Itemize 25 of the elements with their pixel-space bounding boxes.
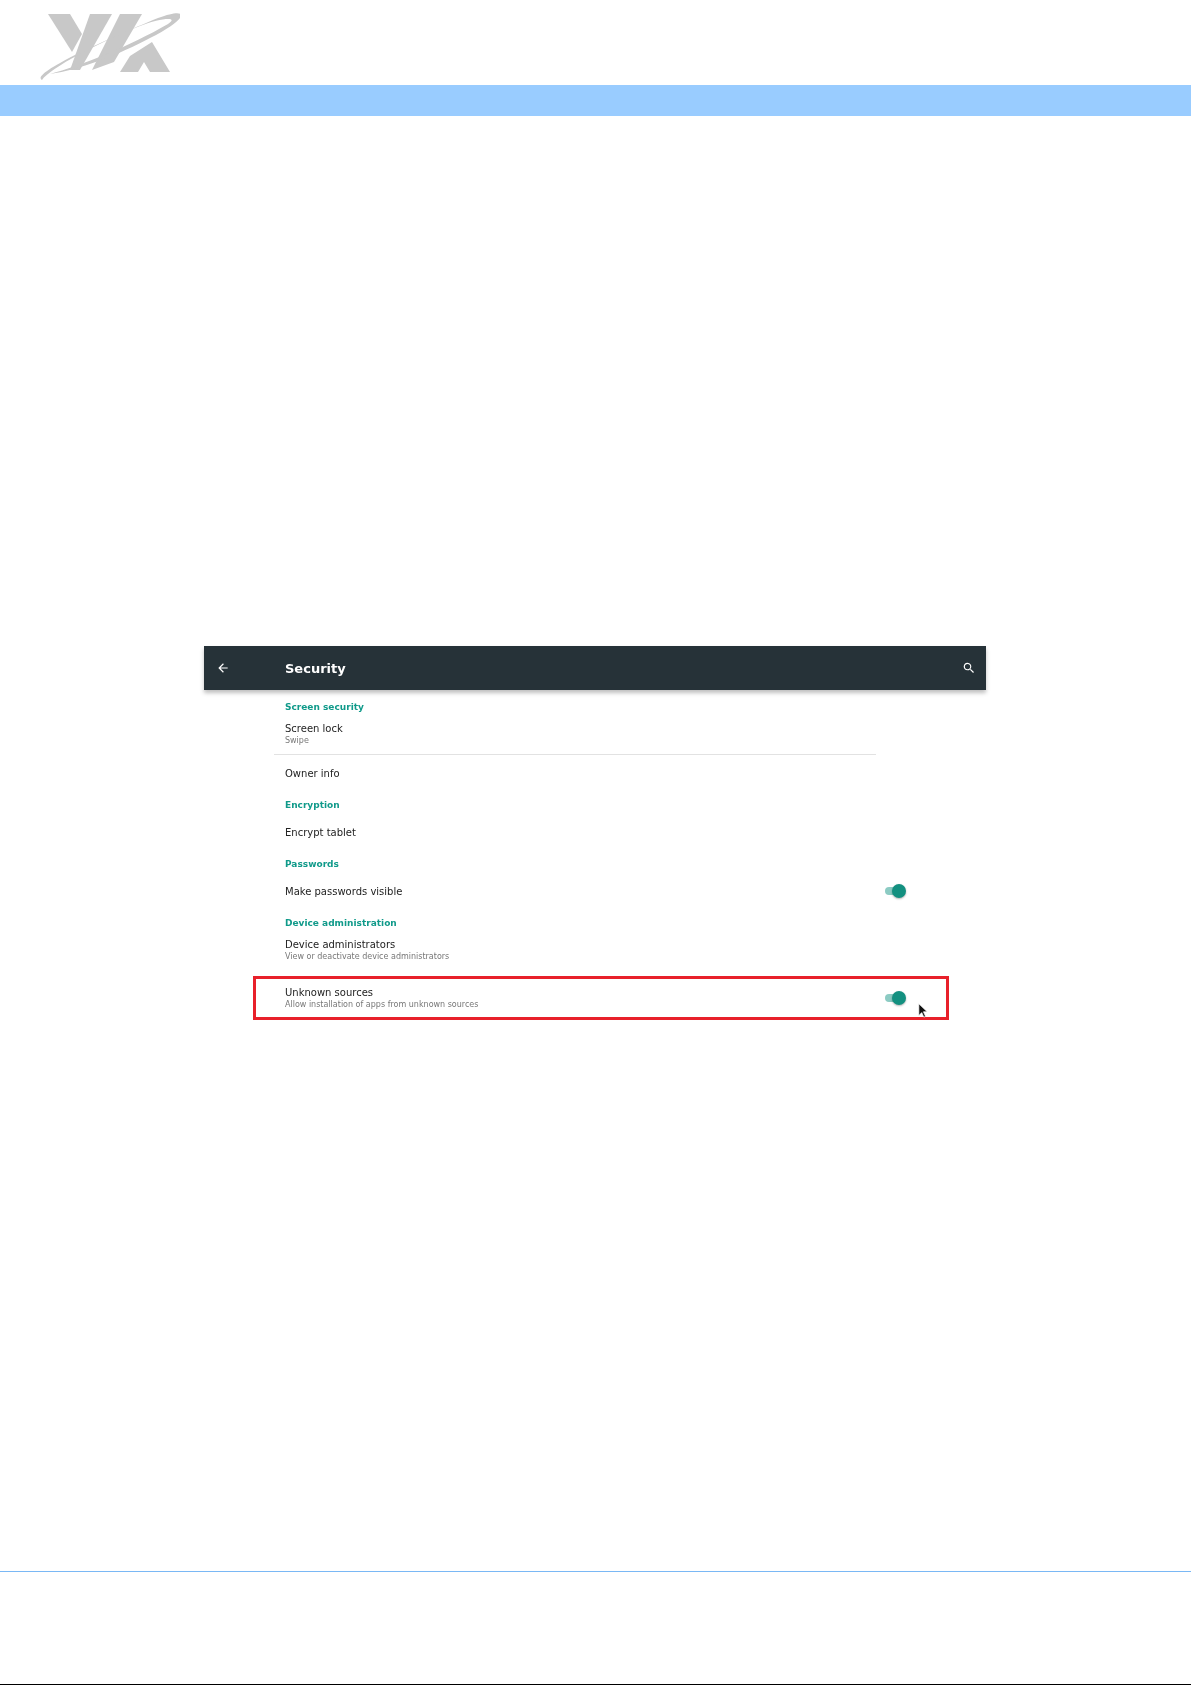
setting-title: Encrypt tablet bbox=[285, 826, 357, 838]
toggle-switch[interactable] bbox=[884, 884, 906, 898]
setting-row[interactable]: Owner info bbox=[256, 758, 946, 788]
setting-title: Owner info bbox=[285, 767, 341, 779]
setting-summary: Swipe bbox=[285, 736, 310, 745]
setting-row[interactable]: Device administrators View or deactivate device administrators bbox=[256, 935, 946, 965]
section-header: Screen security bbox=[284, 701, 365, 714]
setting-row[interactable]: Encrypt tablet bbox=[256, 817, 946, 847]
section-header: Encryption bbox=[284, 799, 341, 812]
search-icon[interactable] bbox=[962, 661, 976, 675]
screen-title: Security bbox=[285, 660, 347, 676]
section-header: Device administration bbox=[284, 917, 398, 930]
setting-title: Unknown sources bbox=[285, 987, 375, 998]
logo-icon bbox=[40, 11, 180, 82]
back-arrow-icon[interactable] bbox=[216, 661, 230, 675]
section-header: Passwords bbox=[284, 858, 340, 871]
setting-row[interactable]: Screen lock Swipe bbox=[256, 719, 946, 749]
toggle-switch[interactable] bbox=[884, 991, 906, 1005]
setting-summary: Allow installation of apps from unknown sources bbox=[285, 1000, 480, 1009]
setting-row[interactable]: Make passwords visible bbox=[256, 876, 946, 906]
setting-summary: View or deactivate device administrators bbox=[285, 952, 451, 961]
setting-title: Device administrators bbox=[285, 939, 397, 950]
highlighted-setting-row[interactable]: Unknown sources Allow installation of apps from unknown sources bbox=[256, 979, 946, 1017]
setting-title: Make passwords visible bbox=[285, 885, 404, 897]
setting-title: Screen lock bbox=[285, 723, 344, 734]
